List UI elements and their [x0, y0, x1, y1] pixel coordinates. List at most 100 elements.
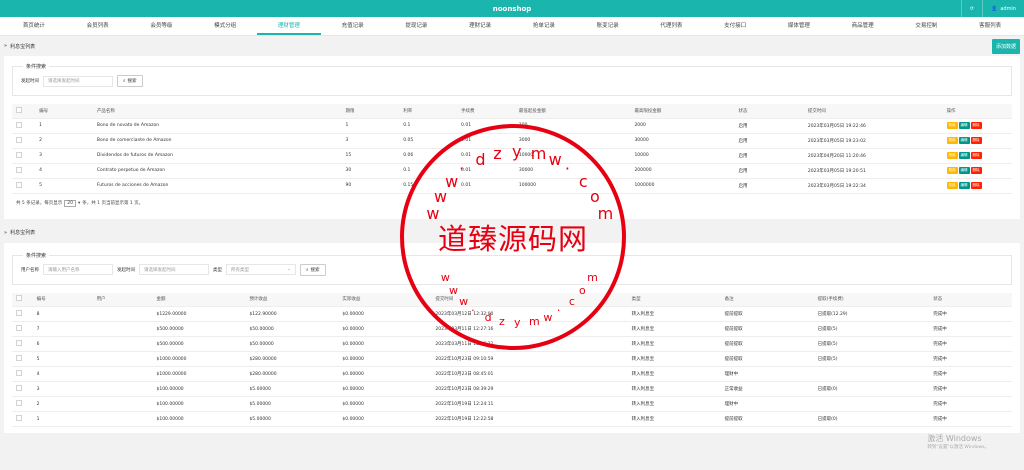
table-cell: 15	[341, 148, 400, 164]
table-cell: 0.01	[457, 133, 515, 149]
time-input[interactable]: 请选择发起时间	[43, 75, 113, 87]
edit-button[interactable]: 编辑	[958, 182, 970, 189]
table-cell: $0.00000	[338, 411, 432, 427]
filter-legend: 条件搜索	[23, 63, 50, 70]
time-label: 发起时间	[117, 267, 135, 273]
disable-button[interactable]: 禁用	[946, 182, 958, 189]
delete-button[interactable]: 删除	[970, 167, 982, 174]
nav-tab[interactable]: 媒体管理	[767, 17, 831, 35]
add-data-button[interactable]: 添加数据	[991, 38, 1020, 54]
time-label: 发起时间	[21, 79, 39, 84]
nav-tab[interactable]: 理财管理	[257, 17, 321, 35]
edit-button[interactable]: 编辑	[958, 122, 970, 129]
row-checkbox[interactable]	[16, 181, 22, 188]
table-cell: $1229.00000	[152, 306, 246, 322]
disable-button[interactable]: 禁用	[946, 167, 958, 174]
product-table: 编号 产品名称 期限 利率 手续费 最低起投金额 最高限投金额 状态 提交时间 操作 1 Bono …	[12, 104, 1012, 194]
edit-button[interactable]: 编辑	[958, 152, 970, 159]
table-cell: 1	[341, 118, 400, 134]
nav-tab[interactable]: 首页统计	[2, 17, 66, 35]
table-cell: 3	[341, 133, 400, 149]
main-nav: 首页统计 会员列表 会员等级 模式分组 理财管理 充值记录 提现记录 理财记录 抢单记录 账变记录…	[0, 17, 1024, 36]
select-all-checkbox[interactable]	[16, 106, 22, 113]
table-cell: 转入利息宝	[627, 396, 721, 412]
row-checkbox[interactable]	[16, 310, 22, 316]
column-header: 类型	[627, 292, 721, 307]
watermark-line1: 激活 Windows	[927, 434, 982, 443]
delete-button[interactable]: 删除	[970, 137, 982, 144]
search-button[interactable]: ⌕ 搜索	[300, 263, 326, 276]
nav-tab[interactable]: 客服列表	[958, 17, 1022, 35]
chevron-right-icon: »	[4, 229, 8, 236]
table-cell: 100000	[514, 178, 631, 194]
disable-button[interactable]: 禁用	[946, 152, 958, 159]
table-cell: 2022年10月23日 09:10:59	[431, 351, 628, 367]
table-cell	[92, 351, 153, 367]
table-row: 3 Dividendos de futuros de Amazon 15 0.06 0.…	[12, 148, 1012, 164]
table-cell: 4	[32, 366, 93, 382]
table-cell: 提前提取	[720, 321, 814, 337]
page-size-select[interactable]: 20	[64, 199, 76, 207]
user-input[interactable]: 请输入用户名称	[43, 264, 113, 275]
nav-tab[interactable]: 理财记录	[448, 17, 512, 35]
nav-tab[interactable]: 会员列表	[66, 17, 130, 35]
table-cell: $0.00000	[338, 306, 432, 322]
nav-tab[interactable]: 支付接口	[703, 17, 767, 35]
table-cell: 1000000	[630, 178, 735, 194]
row-checkbox[interactable]	[16, 166, 22, 173]
nav-tab[interactable]: 抢单记录	[512, 17, 576, 35]
disable-button[interactable]: 禁用	[946, 122, 958, 129]
nav-tab[interactable]: 账变记录	[576, 17, 640, 35]
row-checkbox[interactable]	[16, 340, 22, 346]
nav-tab[interactable]: 模式分组	[193, 17, 257, 35]
table-row: 3 $100.00000 $5.00000 $0.00000 2022年10月23日 0…	[12, 381, 1012, 397]
select-all-checkbox[interactable]	[16, 295, 22, 302]
refresh-button[interactable]: ⟳	[960, 0, 982, 17]
nav-tab[interactable]: 代理列表	[640, 17, 704, 35]
search-button[interactable]: ⌕ 搜索	[117, 75, 143, 87]
row-checkbox[interactable]	[16, 355, 22, 361]
row-checkbox[interactable]	[16, 121, 22, 128]
edit-button[interactable]: 编辑	[958, 137, 970, 144]
nav-tab[interactable]: 提现记录	[385, 17, 449, 35]
user-menu[interactable]: 👤 admin	[982, 0, 1024, 17]
table-cell: 提前提取	[720, 411, 814, 427]
table-cell: 2023年03月05日 19:23:02	[803, 133, 943, 149]
column-header: 最高限投金额	[630, 104, 735, 119]
ops-cell: 禁用 编辑 删除	[942, 118, 1012, 134]
table-cell: 2022年10月19日 12:24:11	[431, 396, 628, 412]
row-checkbox[interactable]	[16, 385, 22, 391]
row-checkbox[interactable]	[16, 370, 22, 376]
row-checkbox[interactable]	[16, 415, 22, 421]
table-cell: 2023年03月05日 19:22:46	[803, 118, 943, 134]
row-actions: 禁用 编辑 删除	[946, 152, 1008, 159]
time-input[interactable]: 请选择发起时间	[139, 264, 209, 275]
table-cell	[92, 306, 153, 322]
table-cell: $5.00000	[245, 411, 339, 427]
nav-tab[interactable]: 充值记录	[321, 17, 385, 35]
type-select[interactable]: 所有类型 ⌄	[226, 264, 296, 275]
row-checkbox[interactable]	[16, 400, 22, 406]
table-cell: 完成中	[929, 381, 1012, 397]
row-checkbox[interactable]	[16, 325, 22, 331]
delete-button[interactable]: 删除	[970, 122, 982, 129]
delete-button[interactable]: 删除	[970, 182, 982, 189]
row-checkbox[interactable]	[16, 151, 22, 158]
delete-button[interactable]: 删除	[970, 152, 982, 159]
edit-button[interactable]: 编辑	[958, 167, 970, 174]
app-title: noonshop	[492, 4, 532, 13]
row-checkbox-cell	[12, 306, 33, 322]
user-name: admin	[1000, 5, 1016, 12]
column-header: 状态	[929, 292, 1012, 307]
filter-box-1: 条件搜索 发起时间 请选择发起时间 ⌕ 搜索	[12, 63, 1012, 96]
table-cell: 启用	[734, 118, 804, 134]
table-cell: 1	[32, 411, 93, 427]
nav-tab[interactable]: 会员等级	[130, 17, 194, 35]
disable-button[interactable]: 禁用	[946, 137, 958, 144]
nav-tab[interactable]: 商品管理	[831, 17, 895, 35]
row-checkbox-cell	[12, 366, 33, 382]
table-cell: 转入利息宝	[627, 306, 721, 322]
nav-tab[interactable]: 交易控制	[895, 17, 959, 35]
row-checkbox[interactable]	[16, 136, 22, 143]
table-cell: 6	[32, 336, 93, 352]
